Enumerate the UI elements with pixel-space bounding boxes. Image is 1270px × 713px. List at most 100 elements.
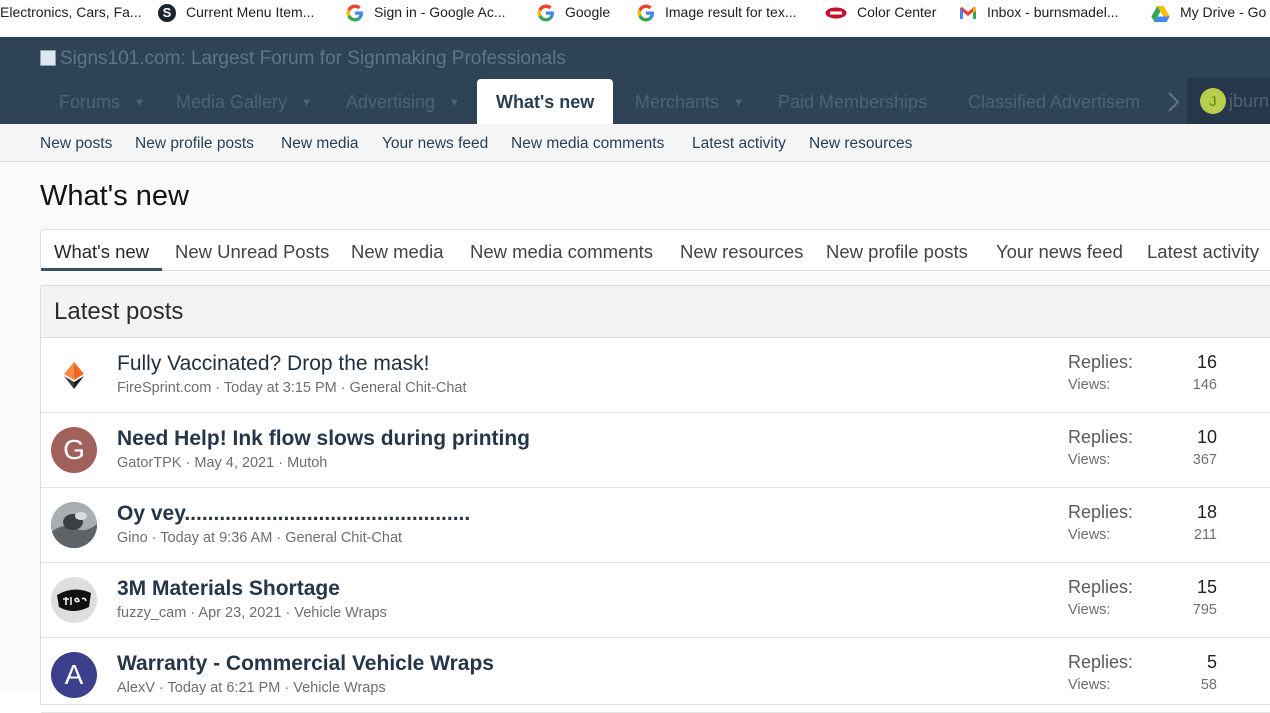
thread-meta: fuzzy_cam · Apr 23, 2021 · Vehicle Wraps <box>117 605 387 621</box>
views-label: Views: <box>1068 602 1111 618</box>
user-menu[interactable]: J jburn <box>1187 78 1270 124</box>
thread-title[interactable]: 3M Materials Shortage <box>117 577 340 601</box>
nav-label: Media Gallery <box>176 92 288 112</box>
views-label: Views: <box>1068 527 1111 543</box>
thread-row: G Need Help! Ink flow slows during print… <box>41 413 1270 488</box>
thread-meta: GatorTPK · May 4, 2021 · Mutoh <box>117 455 328 471</box>
replies-count: 15 <box>1196 577 1217 597</box>
thread-author[interactable]: fuzzy_cam <box>117 605 186 621</box>
thread-forum[interactable]: Vehicle Wraps <box>294 605 386 621</box>
subnav-new-posts[interactable]: New posts <box>40 124 112 164</box>
main-content: What's new What's new New Unread Posts N… <box>0 162 1270 713</box>
views-count: 146 <box>1192 377 1217 393</box>
chevron-down-icon[interactable]: ▼ <box>301 81 312 125</box>
thread-row: Oy vey..................................… <box>41 488 1270 563</box>
views-count: 367 <box>1192 452 1217 468</box>
replies-label: Replies: <box>1068 502 1134 522</box>
gmail-icon <box>960 7 976 20</box>
nav-forums[interactable]: Forums ▼ <box>59 80 145 124</box>
thread-row: A Warranty - Commercial Vehicle Wraps Al… <box>41 638 1270 713</box>
thread-date[interactable]: Today at 9:36 AM <box>160 530 272 546</box>
replies-label: Replies: <box>1068 427 1134 447</box>
thread-title[interactable]: Warranty - Commercial Vehicle Wraps <box>117 652 494 676</box>
bookmark-google[interactable]: Google <box>537 0 610 25</box>
thread-date[interactable]: May 4, 2021 <box>194 455 274 471</box>
firesprint-logo-graphic <box>64 362 84 389</box>
thread-title[interactable]: Fully Vaccinated? Drop the mask! <box>117 352 429 376</box>
chevron-down-icon[interactable]: ▼ <box>134 81 145 125</box>
tab-new-resources[interactable]: New resources <box>680 230 803 271</box>
tab-latest-activity[interactable]: Latest activity <box>1147 230 1259 271</box>
replies-count: 16 <box>1196 352 1217 372</box>
bookmark-current-menu-item[interactable]: S Current Menu Item... <box>158 0 314 25</box>
bookmark-label: Sign in - Google Ac... <box>374 4 506 20</box>
nav-media-gallery[interactable]: Media Gallery ▼ <box>176 80 312 124</box>
fleet-ink-logo[interactable] <box>51 577 97 623</box>
nav-label: What's new <box>496 92 595 112</box>
tab-whats-new[interactable]: What's new <box>41 230 163 271</box>
avatar[interactable]: G <box>51 427 97 473</box>
subnav-new-resources[interactable]: New resources <box>809 124 912 164</box>
thread-title[interactable]: Oy vey..................................… <box>117 502 470 526</box>
thread-date[interactable]: Today at 3:15 PM <box>224 380 337 396</box>
replies-label: Replies: <box>1068 577 1134 597</box>
thread-author[interactable]: AlexV <box>117 680 155 696</box>
tab-new-unread-posts[interactable]: New Unread Posts <box>175 230 329 271</box>
nav-advertising[interactable]: Advertising ▼ <box>346 80 460 124</box>
bookmark-google-account[interactable]: Sign in - Google Ac... <box>346 0 506 25</box>
google-drive-icon <box>1151 5 1170 22</box>
sub-navigation: New posts New profile posts New media Yo… <box>0 124 1270 162</box>
bookmark-image-result[interactable]: Image result for tex... <box>637 0 797 25</box>
logo-alt-text: Signs101.com: Largest Forum for Signmaki… <box>60 48 566 69</box>
nav-label: Merchants <box>635 92 720 112</box>
bookmark-label: Electronics, Cars, Fa... <box>0 4 142 20</box>
google-icon <box>537 4 554 22</box>
replies-count: 5 <box>1206 652 1217 672</box>
thread-author[interactable]: FireSprint.com <box>117 380 211 396</box>
bookmark-my-drive[interactable]: My Drive - Go <box>1151 0 1266 25</box>
nav-label: Advertising <box>346 92 436 112</box>
block-header: Latest posts <box>41 286 1270 338</box>
firesprint-logo-icon[interactable] <box>51 352 97 398</box>
tab-bar: What's new New Unread Posts New media Ne… <box>40 229 1270 271</box>
color-center-icon <box>825 7 847 19</box>
avatar: J <box>1200 88 1226 114</box>
avatar[interactable]: A <box>51 652 97 698</box>
site-logo[interactable]: Signs101.com: Largest Forum for Signmaki… <box>40 48 566 70</box>
tab-new-profile-posts[interactable]: New profile posts <box>826 230 968 271</box>
nav-whats-new[interactable]: What's new <box>477 79 614 124</box>
subnav-latest-activity[interactable]: Latest activity <box>692 124 786 164</box>
thread-date[interactable]: Apr 23, 2021 <box>198 605 281 621</box>
nav-merchants[interactable]: Merchants ▼ <box>635 80 744 124</box>
thread-date[interactable]: Today at 6:21 PM <box>168 680 281 696</box>
bookmark-color-center[interactable]: Color Center <box>825 0 936 25</box>
thread-forum[interactable]: General Chit-Chat <box>350 380 467 396</box>
subnav-your-news-feed[interactable]: Your news feed <box>382 124 488 164</box>
replies-count: 18 <box>1196 502 1217 522</box>
nav-paid-memberships[interactable]: Paid Memberships <box>778 80 927 124</box>
chevron-right-icon[interactable] <box>1164 89 1182 115</box>
tab-new-media-comments[interactable]: New media comments <box>470 230 653 271</box>
subnav-new-profile-posts[interactable]: New profile posts <box>135 124 254 164</box>
tab-your-news-feed[interactable]: Your news feed <box>996 230 1123 271</box>
thread-author[interactable]: GatorTPK <box>117 455 181 471</box>
tab-new-media[interactable]: New media <box>351 230 444 271</box>
nav-classified-advertisements[interactable]: Classified Advertisem <box>968 80 1154 124</box>
photo-avatar[interactable] <box>51 502 97 548</box>
chevron-down-icon[interactable]: ▼ <box>449 81 460 125</box>
thread-forum[interactable]: Vehicle Wraps <box>293 680 385 696</box>
thread-forum[interactable]: Mutoh <box>287 455 327 471</box>
thread-row: Fully Vaccinated? Drop the mask! FireSpr… <box>41 338 1270 413</box>
bookmark-label: My Drive - Go <box>1180 4 1267 20</box>
thread-author[interactable]: Gino <box>117 530 148 546</box>
fleet-ink-graphic <box>51 577 97 623</box>
thread-title[interactable]: Need Help! Ink flow slows during printin… <box>117 427 530 451</box>
bookmark-inbox[interactable]: Inbox - burnsmadel... <box>959 0 1119 25</box>
bookmark-electronics[interactable]: Electronics, Cars, Fa... <box>0 0 142 25</box>
subnav-new-media[interactable]: New media <box>281 124 359 164</box>
subnav-new-media-comments[interactable]: New media comments <box>511 124 664 164</box>
thread-forum[interactable]: General Chit-Chat <box>285 530 402 546</box>
page-title: What's new <box>40 180 189 212</box>
chevron-down-icon[interactable]: ▼ <box>733 81 744 125</box>
nav-label: Forums <box>59 92 121 112</box>
